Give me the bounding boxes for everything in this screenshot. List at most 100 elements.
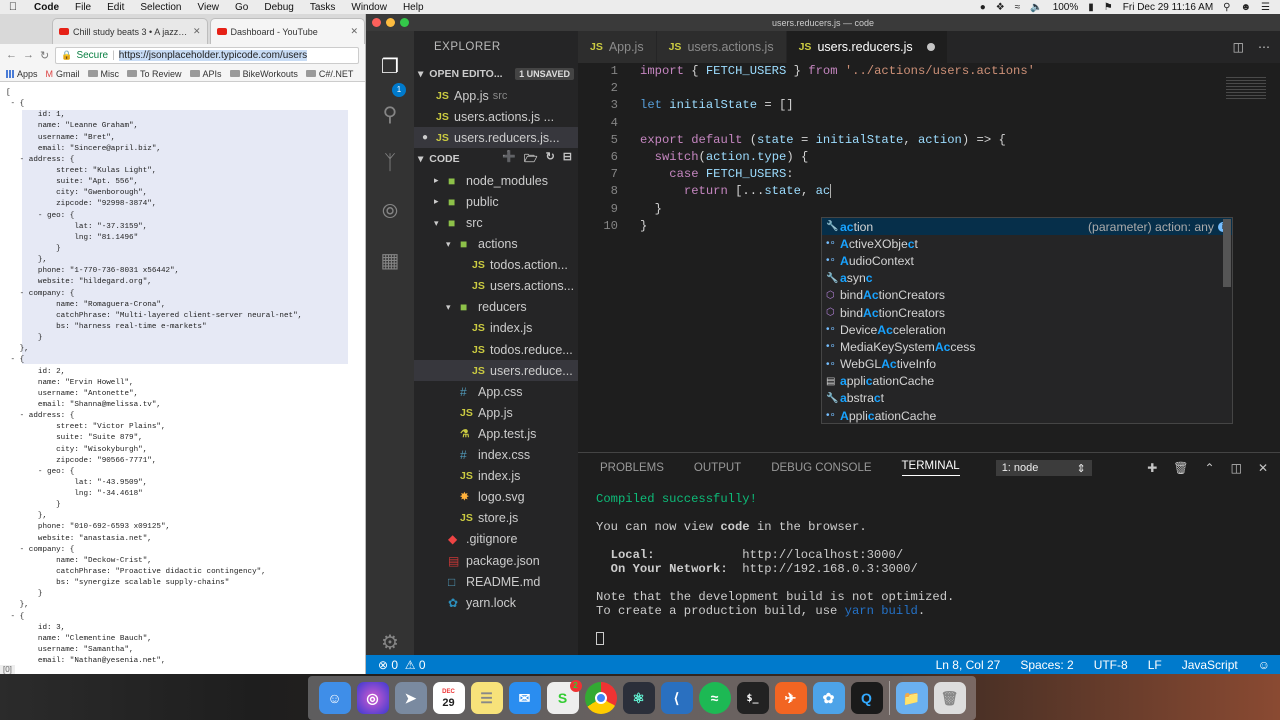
editor-tab-users-reducers[interactable]: JS users.reducers.js xyxy=(786,31,948,63)
suggestion-item[interactable]: ⬡ bind Ac tionCreators xyxy=(822,287,1232,304)
tab-terminal[interactable]: TERMINAL xyxy=(901,460,960,476)
suggestion-item[interactable]: •∘ Appli c ationCache xyxy=(822,407,1232,424)
encoding[interactable]: UTF-8 xyxy=(1094,658,1128,672)
tree-file[interactable]: JS store.js xyxy=(414,508,578,529)
smiley-feedback-icon[interactable]: ☺ xyxy=(1258,658,1270,672)
open-editors-header[interactable]: ▾ OPEN EDITO... 1 UNSAVED xyxy=(414,63,578,85)
suggestion-item[interactable]: •∘ WebGL Ac tiveInfo xyxy=(822,356,1232,373)
new-file-icon[interactable]: ➕ xyxy=(502,150,516,169)
indentation[interactable]: Spaces: 2 xyxy=(1020,658,1073,672)
forward-icon[interactable]: → xyxy=(23,49,34,61)
suggestion-item[interactable]: ▤ a ppli c ationCache xyxy=(822,373,1232,390)
volume-icon[interactable]: 🔈 xyxy=(1030,2,1042,13)
language-mode[interactable]: JavaScript xyxy=(1182,658,1238,672)
tab-output[interactable]: OUTPUT xyxy=(694,462,741,474)
spotlight-search-icon[interactable]: ⚲ xyxy=(1223,2,1230,13)
slack-icon[interactable]: S2 xyxy=(546,680,582,714)
minimize-window-button[interactable] xyxy=(386,18,395,27)
menu-selection[interactable]: Selection xyxy=(132,2,189,13)
editor-tab-app[interactable]: JS App.js xyxy=(578,31,657,63)
quicktime-icon[interactable]: Q xyxy=(850,682,883,714)
tree-file[interactable]: □ README.md xyxy=(414,571,578,592)
launchpad-icon[interactable]: ➤ xyxy=(394,682,427,714)
tree-file[interactable]: JS index.js xyxy=(414,466,578,487)
tree-file[interactable]: ✿ yarn.lock xyxy=(414,592,578,613)
apple-icon[interactable]:  xyxy=(0,1,26,13)
new-folder-icon[interactable]: 🗁 xyxy=(524,150,538,169)
tree-folder[interactable]: ▾ ■ src xyxy=(414,212,578,233)
suggest-scrollbar[interactable] xyxy=(1223,219,1231,287)
debug-icon[interactable]: ⦾ xyxy=(378,200,402,224)
menu-window[interactable]: Window xyxy=(343,2,395,13)
menu-file[interactable]: File xyxy=(67,2,99,13)
bookmark-csharp[interactable]: C#/.NET xyxy=(305,69,353,79)
editor-tab-users-actions[interactable]: JS users.actions.js xyxy=(656,31,787,63)
menu-view[interactable]: View xyxy=(190,2,228,13)
menu-debug[interactable]: Debug xyxy=(256,2,301,13)
split-editor-icon[interactable]: ◫ xyxy=(1233,40,1244,54)
trash-icon[interactable]: 🗑 xyxy=(933,682,966,714)
messages-icon[interactable]: ✉ xyxy=(508,682,541,714)
suggestion-item[interactable]: 🔧 a bstra c t xyxy=(822,390,1232,407)
tree-file[interactable]: JS users.reduce... xyxy=(414,360,578,382)
tree-folder[interactable]: ▾ ■ actions xyxy=(414,234,578,255)
tree-file[interactable]: # index.css xyxy=(414,445,578,466)
user-icon[interactable]: ☻ xyxy=(1241,2,1252,13)
battery-percent[interactable]: 100% xyxy=(1053,2,1079,13)
finder-icon[interactable]: ☺ xyxy=(318,682,351,714)
bookmark-apps[interactable]: Apps xyxy=(6,69,38,79)
suggestion-item[interactable]: 🔧 a syn c xyxy=(822,270,1232,287)
url-text[interactable]: https://jsonplaceholder.typicode.com/use… xyxy=(118,49,308,61)
code-area[interactable]: 1 import { FETCH_USERS } from '../actions… xyxy=(578,63,1280,235)
back-icon[interactable]: ← xyxy=(6,49,17,61)
tree-file[interactable]: JS index.js xyxy=(414,318,578,339)
close-window-button[interactable] xyxy=(372,18,381,27)
record-icon[interactable]: ● xyxy=(980,2,986,13)
bookmark-misc[interactable]: Misc xyxy=(87,69,119,79)
tree-file[interactable]: JS users.actions... xyxy=(414,276,578,297)
wifi-icon[interactable]: ≈ xyxy=(1015,2,1021,13)
explorer-files-icon[interactable]: ❐ xyxy=(378,55,402,79)
open-editor-item[interactable]: ● JS users.reducers.js... xyxy=(414,127,578,149)
suggestion-item[interactable]: 🔧action (parameter) action: anyi xyxy=(822,218,1232,236)
suggestion-item[interactable]: •∘ Device Ac celeration xyxy=(822,321,1232,338)
eol[interactable]: LF xyxy=(1148,658,1162,672)
tree-file[interactable]: JS todos.reduce... xyxy=(414,339,578,360)
tree-folder[interactable]: ▸ ■ public xyxy=(414,191,578,212)
suggestion-item[interactable]: •∘ MediaKeySystem Ac cess xyxy=(822,338,1232,355)
tab-problems[interactable]: PROBLEMS xyxy=(600,462,664,474)
tree-file[interactable]: ✸ logo.svg xyxy=(414,487,578,508)
trash-icon[interactable]: 🗑 xyxy=(1173,461,1188,475)
close-icon[interactable]: ✕ xyxy=(193,26,201,37)
suggestion-item[interactable]: ⬡ bind Ac tionCreators xyxy=(822,304,1232,321)
calendar-icon[interactable]: DEC 29 xyxy=(432,682,465,714)
tree-file[interactable]: # App.css xyxy=(414,381,578,402)
terminal-select[interactable]: 1: node ⇕ xyxy=(995,460,1092,476)
tree-file[interactable]: JS todos.action... xyxy=(414,255,578,276)
address-bar[interactable]: 🔒 Secure | https://jsonplaceholder.typic… xyxy=(55,46,359,64)
tab-debug-console[interactable]: DEBUG CONSOLE xyxy=(771,462,871,474)
downloads-folder-icon[interactable]: 📁 xyxy=(895,682,928,714)
keyboard-flag-icon[interactable]: ⚑ xyxy=(1104,2,1113,13)
menu-help[interactable]: Help xyxy=(395,2,432,13)
bookmark-to-review[interactable]: To Review xyxy=(127,69,182,79)
folder-header[interactable]: ▾ CODE ➕ 🗁 ↻ ⊟ xyxy=(414,148,578,170)
terminal-icon[interactable]: $_ xyxy=(736,682,769,714)
suggestion-item[interactable]: •∘ AudioContext xyxy=(822,252,1232,269)
source-control-icon[interactable]: ᛉ xyxy=(378,151,402,175)
tree-file[interactable]: ⚗ App.test.js xyxy=(414,423,578,444)
open-editor-item[interactable]: JS users.actions.js ... xyxy=(414,106,578,127)
minimap[interactable] xyxy=(1226,77,1266,101)
close-icon[interactable]: ✕ xyxy=(350,26,358,37)
close-icon[interactable]: ✕ xyxy=(1258,461,1268,475)
menu-edit[interactable]: Edit xyxy=(99,2,132,13)
dirty-dot-icon[interactable]: ● xyxy=(422,132,436,143)
zoom-window-button[interactable] xyxy=(400,18,409,27)
unsaved-dot-icon[interactable] xyxy=(926,43,935,51)
extensions-icon[interactable]: ▦ xyxy=(378,249,402,273)
siri-icon[interactable]: ◎ xyxy=(356,682,389,714)
gear-status-icon[interactable]: ❖ xyxy=(996,2,1005,13)
vscode-icon[interactable]: ⟨ xyxy=(660,682,693,714)
browser-tab-dashboard[interactable]: Dashboard - YouTube ✕ xyxy=(209,18,365,44)
spotify-icon[interactable]: ≈ xyxy=(698,682,731,714)
